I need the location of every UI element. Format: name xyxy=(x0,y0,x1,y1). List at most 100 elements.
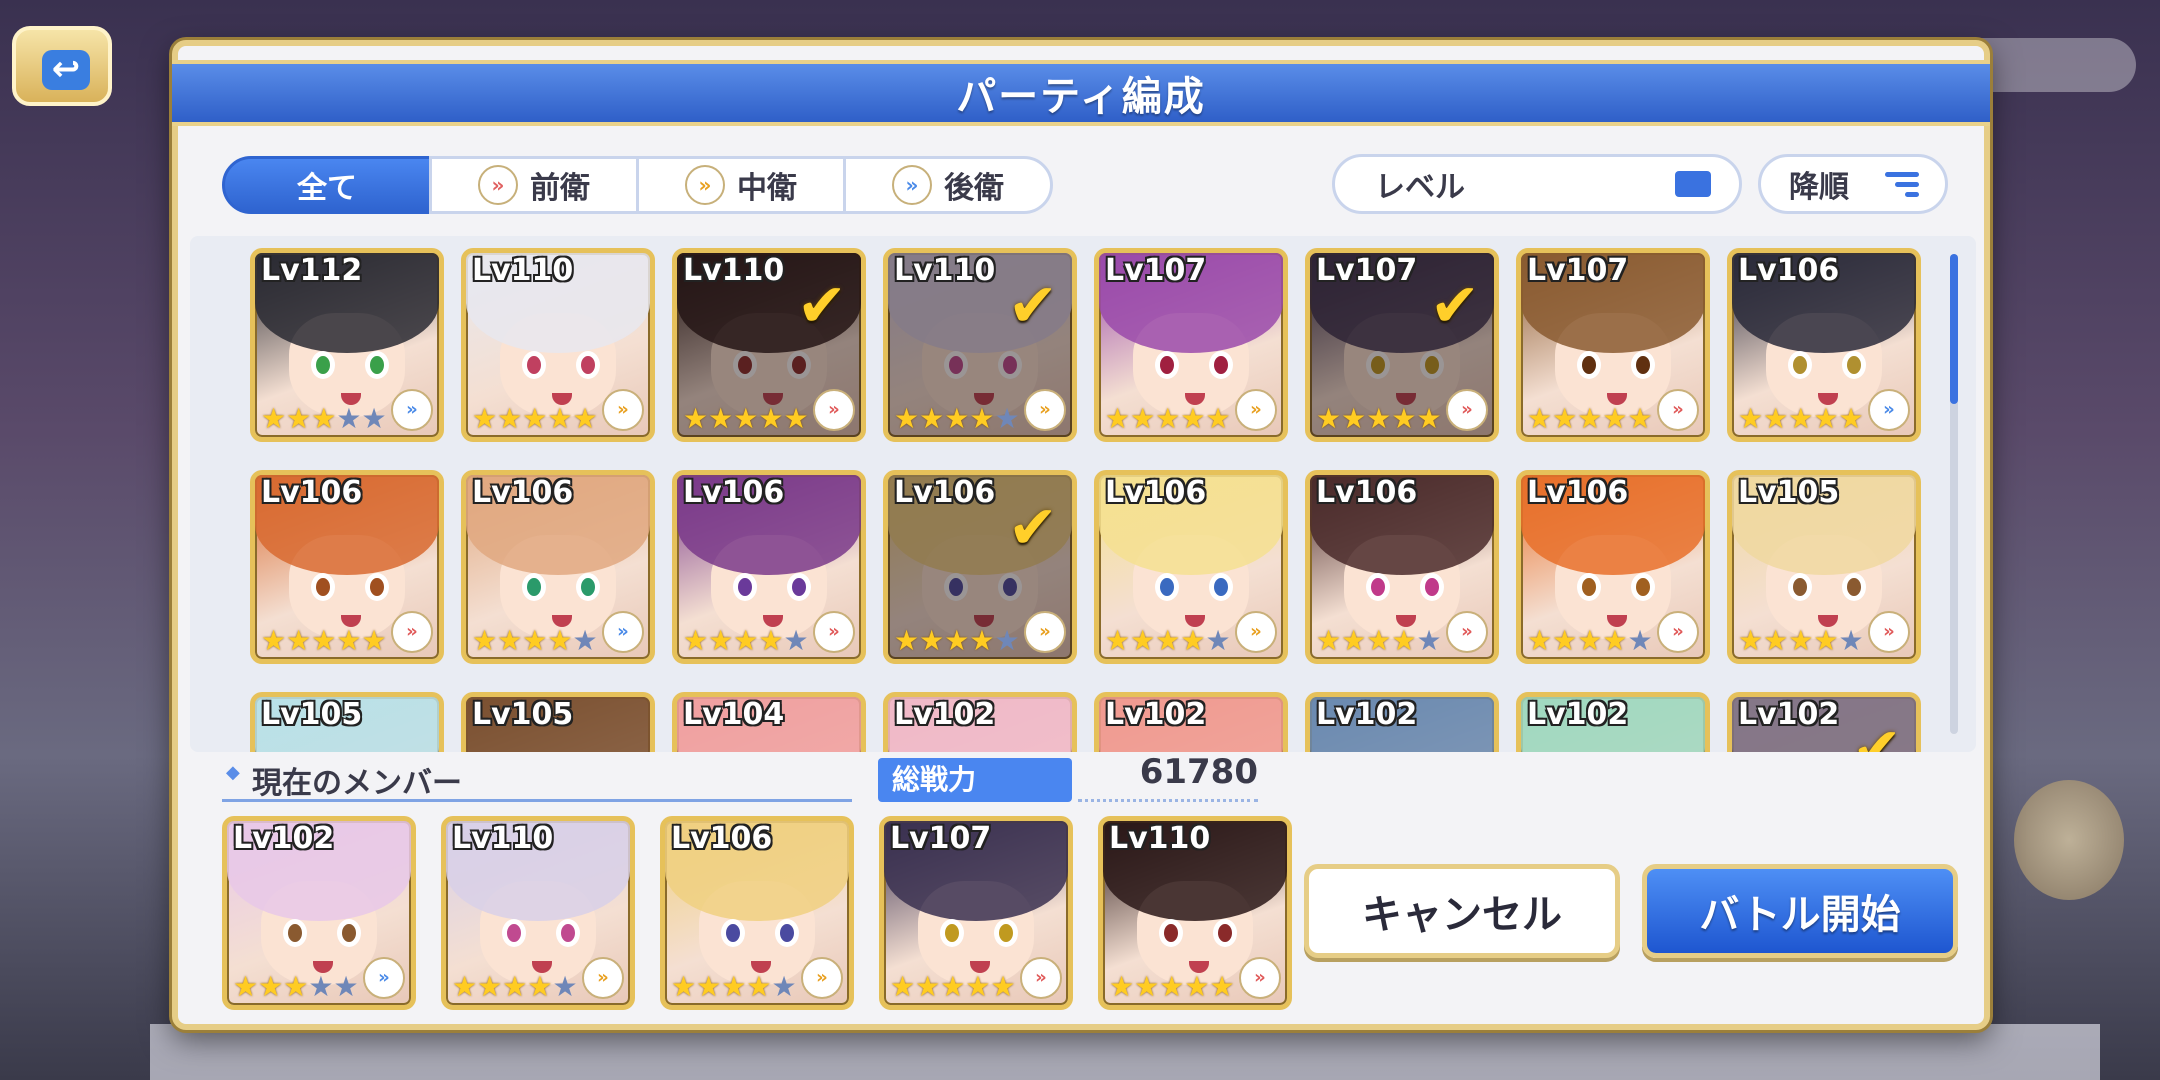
character-card[interactable]: Lv106 ★ ★ ★ ★ ★» xyxy=(1727,248,1921,442)
character-card[interactable]: Lv110 ★ ★ ★ ★ ★» xyxy=(461,248,655,442)
star-icon: ★ xyxy=(336,624,362,657)
character-card[interactable]: Lv105★★★★★» xyxy=(461,692,655,752)
star-icon: ★ xyxy=(497,624,523,657)
character-card[interactable]: Lv102★★★★★»✔ xyxy=(1727,692,1921,752)
character-card[interactable]: Lv110 ★ ★ ★ ★ ★» ✔ xyxy=(883,248,1077,442)
star-icon: ★ xyxy=(733,624,759,657)
window-stack-icon xyxy=(1675,171,1711,197)
character-level: Lv105 xyxy=(472,697,574,732)
star-icon: ★ xyxy=(1416,624,1442,657)
member-card[interactable]: Lv110 ★ ★ ★ ★ ★» xyxy=(1098,816,1292,1010)
position-back-icon: » xyxy=(363,957,405,999)
back-arrow-icon: ↩ xyxy=(42,50,90,90)
star-icon: ★ xyxy=(944,402,970,435)
star-icon: ★ xyxy=(1527,624,1553,657)
character-card[interactable]: Lv106 ★ ★ ★ ★ ★» xyxy=(1516,470,1710,664)
dialog-title: パーティ編成 xyxy=(956,74,1206,120)
star-icon: ★ xyxy=(1130,402,1156,435)
tab-back[interactable]: » 後衛 xyxy=(843,156,1053,214)
star-rating: ★ ★ ★ ★ ★ xyxy=(1738,405,1864,433)
star-icon: ★ xyxy=(969,624,995,657)
star-icon: ★ xyxy=(919,624,945,657)
star-rating: ★ ★ ★ ★ ★ xyxy=(683,405,809,433)
character-roster: Lv112 ★ ★ ★ ★ ★» Lv110 ★ ★ ★ ★ ★» Lv110 ★ ★ ★ ★ ★» ✔ Lv110 ★… xyxy=(190,236,1976,752)
character-card[interactable]: Lv102★★★★★» xyxy=(883,692,1077,752)
character-card[interactable]: Lv105★★★★★» xyxy=(1727,470,1921,664)
star-icon: ★ xyxy=(1205,402,1231,435)
star-icon: ★ xyxy=(1788,402,1814,435)
character-card[interactable]: Lv105★★★★★» xyxy=(250,692,444,752)
tab-label: 前衛 xyxy=(530,171,590,206)
star-icon: ★ xyxy=(1788,624,1814,657)
star-rating: ★ ★ ★ ★ ★ xyxy=(894,405,1020,433)
sort-select[interactable]: レベル xyxy=(1332,154,1742,214)
star-rating: ★ ★ ★ ★ ★ xyxy=(1316,405,1442,433)
scrollbar-thumb[interactable] xyxy=(1950,254,1958,404)
character-level: Lv106 xyxy=(261,475,363,510)
tab-mid[interactable]: » 中衛 xyxy=(636,156,846,214)
position-mid-icon: » xyxy=(1024,611,1066,653)
star-icon: ★ xyxy=(771,970,797,1003)
roster-scrollbar[interactable] xyxy=(1950,254,1958,734)
member-card[interactable]: Lv106 ★ ★ ★ ★ ★» xyxy=(660,816,854,1010)
star-icon: ★ xyxy=(1838,624,1864,657)
character-card[interactable]: Lv106 ★ ★ ★ ★ ★» xyxy=(461,470,655,664)
position-mid-icon: » xyxy=(1235,611,1277,653)
star-icon: ★ xyxy=(890,970,916,1003)
character-card[interactable]: Lv102★★★★★» xyxy=(1305,692,1499,752)
tab-front[interactable]: » 前衛 xyxy=(429,156,639,214)
member-card[interactable]: Lv107 ★ ★ ★ ★ ★» xyxy=(879,816,1073,1010)
character-card[interactable]: Lv106 ★ ★ ★ ★ ★» xyxy=(1305,470,1499,664)
star-icon: ★ xyxy=(1316,402,1342,435)
back-button[interactable]: ↩ xyxy=(12,26,112,106)
star-icon: ★ xyxy=(940,970,966,1003)
character-card[interactable]: Lv107 ★ ★ ★ ★ ★» xyxy=(1516,248,1710,442)
star-icon: ★ xyxy=(994,402,1020,435)
star-icon: ★ xyxy=(308,970,334,1003)
star-icon: ★ xyxy=(1738,624,1764,657)
cancel-button[interactable]: キャンセル xyxy=(1304,864,1620,958)
position-front-icon: » xyxy=(1020,957,1062,999)
star-icon: ★ xyxy=(746,970,772,1003)
total-power-label: 総戦力 xyxy=(878,758,1072,802)
character-level: Lv107 xyxy=(1527,253,1629,288)
sort-lines-icon xyxy=(1885,171,1919,197)
character-level: Lv110 xyxy=(1109,821,1211,856)
character-card[interactable]: Lv102★★★★★» xyxy=(1094,692,1288,752)
star-icon: ★ xyxy=(965,970,991,1003)
tab-all[interactable]: 全て xyxy=(222,156,432,214)
character-card[interactable]: Lv110 ★ ★ ★ ★ ★» ✔ xyxy=(672,248,866,442)
star-icon: ★ xyxy=(696,970,722,1003)
star-icon: ★ xyxy=(572,624,598,657)
star-icon: ★ xyxy=(721,970,747,1003)
character-card[interactable]: Lv106 ★ ★ ★ ★ ★» xyxy=(250,470,444,664)
star-icon: ★ xyxy=(311,624,337,657)
member-card[interactable]: Lv102 ★ ★ ★ ★ ★» xyxy=(222,816,416,1010)
sort-order-button[interactable]: 降順 xyxy=(1758,154,1948,214)
character-card[interactable]: Lv106 ★ ★ ★ ★ ★» ✔ xyxy=(883,470,1077,664)
battle-start-button[interactable]: バトル開始 xyxy=(1642,864,1958,958)
star-icon: ★ xyxy=(1763,624,1789,657)
current-members: Lv102 ★ ★ ★ ★ ★» Lv110 ★ ★ ★ ★ ★» Lv106 ★ ★ ★ ★ ★» Lv107 ★ ★… xyxy=(222,816,1292,1010)
chevron-mid-icon: » xyxy=(685,165,725,205)
position-front-icon: » xyxy=(391,611,433,653)
sort-order-label: 降順 xyxy=(1789,170,1849,205)
member-card[interactable]: Lv110 ★ ★ ★ ★ ★» xyxy=(441,816,635,1010)
position-front-icon: » xyxy=(1446,611,1488,653)
character-card[interactable]: Lv104★★★★★» xyxy=(672,692,866,752)
star-icon: ★ xyxy=(671,970,697,1003)
character-card[interactable]: Lv112 ★ ★ ★ ★ ★» xyxy=(250,248,444,442)
position-back-icon: » xyxy=(391,389,433,431)
star-icon: ★ xyxy=(1813,402,1839,435)
check-icon: ✔ xyxy=(1007,493,1058,563)
character-card[interactable]: Lv106 ★ ★ ★ ★ ★» xyxy=(672,470,866,664)
check-icon: ✔ xyxy=(1851,715,1902,752)
character-card[interactable]: Lv107 ★ ★ ★ ★ ★» ✔ xyxy=(1305,248,1499,442)
character-card[interactable]: Lv107 ★ ★ ★ ★ ★» xyxy=(1094,248,1288,442)
star-rating: ★ ★ ★ ★ ★ xyxy=(261,405,387,433)
star-icon: ★ xyxy=(915,970,941,1003)
star-rating: ★ ★ ★ ★ ★ xyxy=(452,973,578,1001)
character-card[interactable]: Lv106 ★ ★ ★ ★ ★» xyxy=(1094,470,1288,664)
character-level: Lv110 xyxy=(894,253,996,288)
character-card[interactable]: Lv102★★★★★» xyxy=(1516,692,1710,752)
